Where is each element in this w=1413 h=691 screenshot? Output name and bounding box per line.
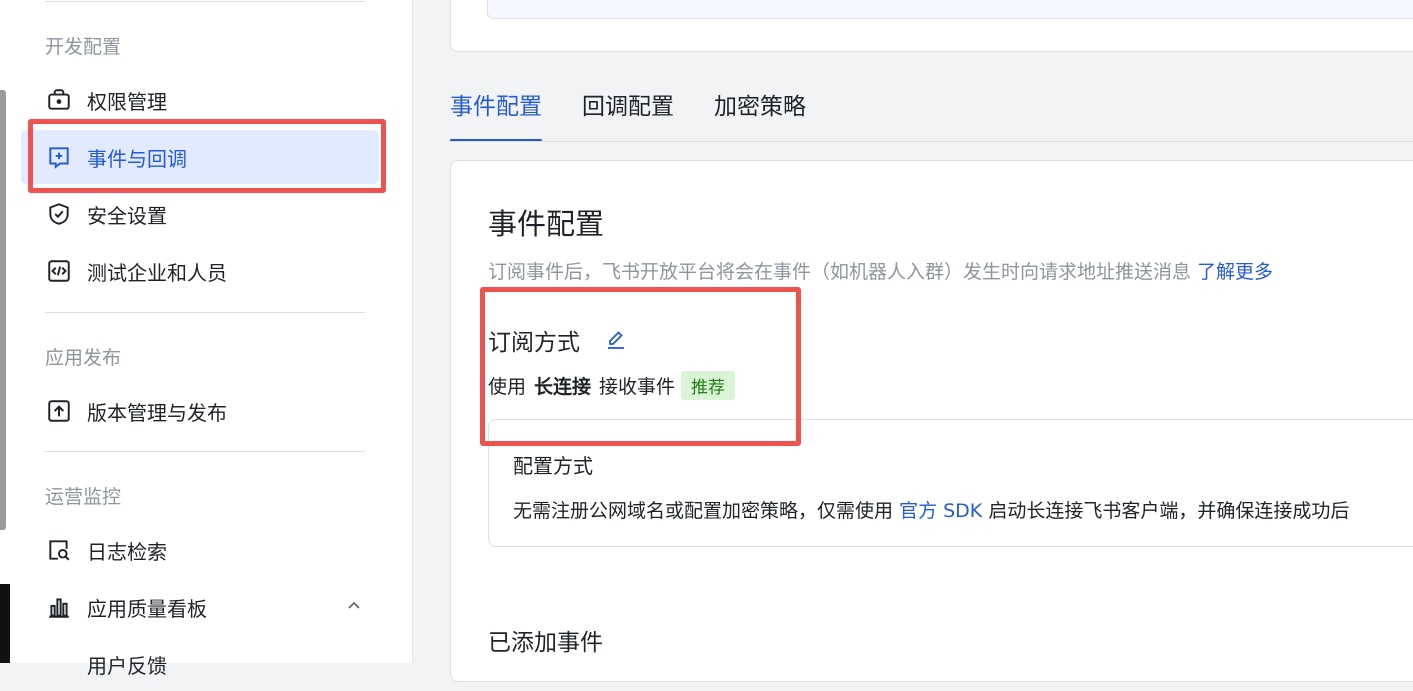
sidebar-divider — [45, 1, 365, 2]
config-method-title: 配置方式 — [513, 454, 593, 478]
config-desc-prefix: 无需注册公网域名或配置加密策略，仅需使用 — [513, 500, 894, 522]
bar-chart-icon — [46, 594, 72, 620]
tabs-divider — [450, 141, 1413, 142]
left-edge-dark — [0, 584, 10, 663]
sidebar-item-security[interactable]: 安全设置 — [21, 187, 379, 241]
config-method-description: 无需注册公网域名或配置加密策略，仅需使用 官方 SDK 启动长连接飞书客户端，并… — [513, 496, 1349, 523]
chevron-up-icon[interactable] — [344, 595, 364, 615]
event-config-card: 事件配置 订阅事件后，飞书开放平台将会在事件（如机器人入群）发生时向请求地址推送… — [450, 160, 1413, 682]
learn-more-link[interactable]: 了解更多 — [1197, 261, 1273, 283]
usage-method: 长连接 — [534, 376, 592, 398]
upload-box-icon — [46, 398, 72, 424]
sidebar-item-label: 权限管理 — [87, 89, 167, 114]
plus-message-icon — [46, 144, 72, 170]
description-text: 订阅事件后，飞书开放平台将会在事件（如机器人入群）发生时向请求地址推送消息 — [488, 261, 1192, 283]
sidebar-item-feedback[interactable]: 用户反馈 — [21, 637, 379, 691]
sidebar-item-label: 事件与回调 — [87, 146, 187, 171]
top-card-inner — [487, 0, 1413, 19]
sidebar-item-label: 用户反馈 — [87, 653, 167, 678]
usage-prefix: 使用 — [488, 376, 527, 398]
sidebar-item-label: 版本管理与发布 — [87, 400, 227, 425]
sidebar-item-permissions[interactable]: 权限管理 — [21, 73, 379, 127]
sidebar-item-label: 测试企业和人员 — [87, 260, 227, 285]
usage-suffix: 接收事件 — [599, 376, 676, 398]
sidebar-item-version-release[interactable]: 版本管理与发布 — [21, 384, 379, 438]
sidebar-item-test-tenants[interactable]: 测试企业和人员 — [21, 244, 379, 298]
shield-check-icon — [46, 201, 72, 227]
sidebar-divider — [45, 312, 365, 313]
subscribe-method-header: 订阅方式 — [488, 323, 628, 357]
config-desc-suffix: 启动长连接飞书客户端，并确保连接成功后 — [988, 500, 1350, 522]
config-method-box: 配置方式 无需注册公网域名或配置加密策略，仅需使用 官方 SDK 启动长连接飞书… — [488, 419, 1413, 547]
tab-callback-config[interactable]: 回调配置 — [582, 90, 674, 142]
feedback-icon — [46, 651, 72, 677]
sidebar-item-quality-board[interactable]: 应用质量看板 — [21, 580, 379, 634]
doc-search-icon — [46, 537, 72, 563]
official-sdk-link[interactable]: 官方 SDK — [899, 500, 982, 522]
group-title-publish: 应用发布 — [45, 347, 122, 369]
page-title: 事件配置 — [488, 207, 605, 241]
tab-encryption[interactable]: 加密策略 — [714, 90, 806, 142]
tab-event-config[interactable]: 事件配置 — [450, 90, 542, 142]
sidebar-item-label: 安全设置 — [87, 203, 167, 228]
sidebar-item-log-search[interactable]: 日志检索 — [21, 523, 379, 577]
sidebar-item-events-callbacks[interactable]: 事件与回调 — [21, 130, 379, 184]
sidebar-divider — [45, 451, 365, 452]
group-title-dev-config: 开发配置 — [45, 36, 122, 58]
edit-icon[interactable] — [604, 328, 628, 352]
sidebar-item-label: 日志检索 — [87, 539, 167, 564]
code-box-icon — [46, 258, 72, 284]
section-description: 订阅事件后，飞书开放平台将会在事件（如机器人入群）发生时向请求地址推送消息 了解更… — [488, 257, 1273, 284]
window-scrollbar[interactable] — [0, 90, 6, 530]
sidebar-item-label: 应用质量看板 — [87, 596, 207, 621]
added-events-title: 已添加事件 — [488, 630, 603, 656]
group-title-operations: 运营监控 — [45, 486, 122, 508]
sidebar: 开发配置 权限管理 事件与回调 安全设置 测试企业和人员 应用发布 版本管理与发… — [10, 0, 413, 678]
tab-bar: 事件配置 回调配置 加密策略 — [450, 90, 846, 142]
recommended-badge: 推荐 — [681, 371, 736, 400]
subscribe-method-title: 订阅方式 — [488, 330, 580, 356]
top-card — [450, 0, 1413, 52]
briefcase-icon — [46, 87, 72, 113]
subscribe-method-value: 使用 长连接 接收事件 推荐 — [488, 371, 736, 400]
